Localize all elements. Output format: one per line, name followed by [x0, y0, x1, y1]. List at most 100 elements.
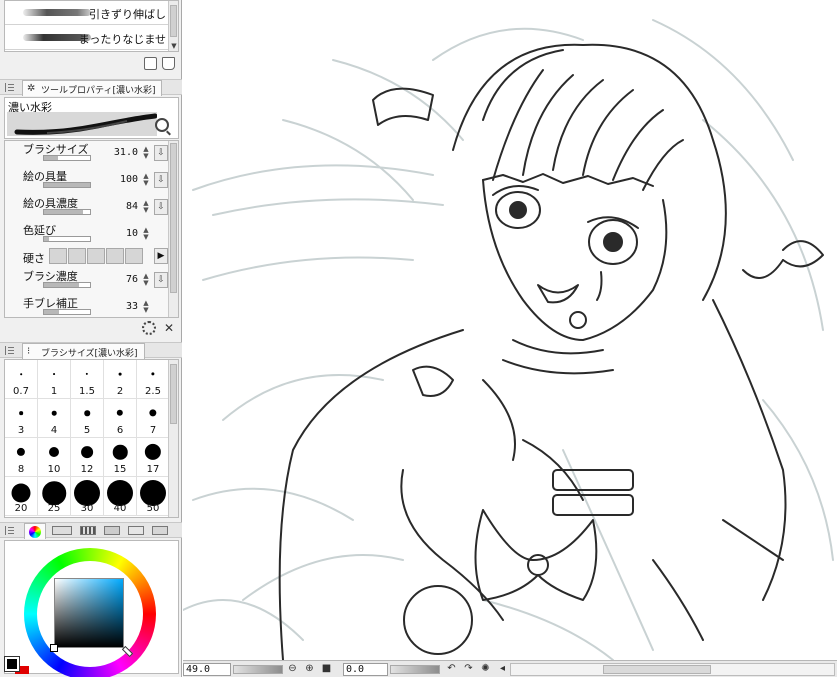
brush-size-label: 1.5 — [79, 386, 95, 397]
brush-size-cell[interactable]: 10 — [38, 438, 71, 477]
trash-icon[interactable] — [162, 57, 175, 70]
brush-size-cell[interactable]: 2 — [104, 360, 137, 399]
brush-size-cell[interactable]: 1 — [38, 360, 71, 399]
rotate-ccw-icon[interactable]: ↶ — [445, 663, 458, 676]
rotation-field[interactable]: 0.0 — [343, 663, 388, 676]
brush-size-cell[interactable]: 6 — [104, 399, 137, 438]
rotate-cw-icon[interactable]: ↷ — [462, 663, 475, 676]
param-slider[interactable] — [43, 155, 91, 161]
param-brush-size[interactable]: ブラシサイズ 31.0 ▲ ▼ ⇩ — [5, 141, 170, 168]
hardness-level-1[interactable] — [49, 248, 67, 264]
reset-rotation-icon[interactable]: ✺ — [479, 663, 492, 676]
brush-size-cell[interactable]: 7 — [137, 399, 170, 438]
brush-size-dot — [20, 373, 22, 375]
param-slider[interactable] — [43, 282, 91, 288]
new-page-icon[interactable] — [144, 57, 157, 70]
brush-item-smudge[interactable]: 引きずり伸ばし — [5, 1, 170, 25]
pressure-toggle-icon[interactable]: ⇩ — [154, 199, 168, 215]
zoom-field[interactable]: 49.0 — [183, 663, 231, 676]
pressure-toggle-icon[interactable]: ⇩ — [154, 145, 168, 161]
canvas-horizontal-scrollbar[interactable] — [510, 663, 835, 676]
brush-size-dot — [151, 372, 155, 376]
spin-arrows-icon[interactable]: ▲ ▼ — [141, 227, 151, 241]
magnifier-icon[interactable] — [155, 118, 169, 132]
spin-arrows-icon[interactable]: ▲ ▼ — [141, 200, 151, 214]
brush-list[interactable]: 引きずり伸ばし まったりなじませ ▼ — [4, 0, 179, 52]
reset-icon[interactable] — [142, 321, 156, 335]
panel-menu-icon[interactable] — [5, 346, 15, 355]
sv-cursor[interactable] — [50, 644, 58, 652]
rgb-slider-tab-icon[interactable] — [52, 526, 72, 535]
params-scrollbar[interactable] — [168, 141, 178, 317]
scroll-down-icon[interactable]: ▼ — [170, 42, 178, 50]
scratch-pad-tab-icon[interactable] — [104, 526, 120, 535]
scroll-left-icon[interactable]: ◂ — [496, 663, 509, 676]
param-slider[interactable] — [43, 236, 91, 242]
navigator-tab-icon[interactable] — [128, 526, 144, 535]
brush-size-label: 15 — [113, 464, 127, 475]
spin-arrows-icon[interactable]: ▲ ▼ — [141, 146, 151, 160]
foreground-color-swatch[interactable] — [4, 656, 20, 672]
panel-menu-icon[interactable] — [5, 526, 15, 535]
brush-size-cell[interactable]: 15 — [104, 438, 137, 477]
brush-size-cell[interactable]: 3 — [5, 399, 38, 438]
param-slider[interactable] — [43, 309, 91, 315]
brush-size-cell[interactable]: 0.7 — [5, 360, 38, 399]
brush-size-palette: 0.7 1 1.5 2 2.5 3 4 5 6 7 8 10 12 15 17 20 25 30 40 50 — [4, 359, 179, 518]
param-paint-density[interactable]: 絵の具濃度 84 ▲ ▼ ⇩ — [5, 195, 170, 222]
brush-size-cell[interactable]: 30 — [71, 477, 104, 516]
layer-tab-icon[interactable] — [152, 526, 168, 535]
brush-size-dot — [118, 372, 122, 376]
brush-size-cell[interactable]: 12 — [71, 438, 104, 477]
param-label: 硬さ — [23, 252, 45, 265]
param-brush-density[interactable]: ブラシ濃度 76 ▲ ▼ ⇩ — [5, 268, 170, 295]
param-slider[interactable] — [43, 209, 91, 215]
hardness-level-5[interactable] — [125, 248, 143, 264]
brush-size-cell[interactable]: 4 — [38, 399, 71, 438]
param-hardness[interactable]: 硬さ ▶ — [5, 247, 170, 267]
brush-size-cell[interactable]: 8 — [5, 438, 38, 477]
brush-size-cell[interactable]: 25 — [38, 477, 71, 516]
param-paint-amount[interactable]: 絵の具量 100 ▲ ▼ ⇩ — [5, 168, 170, 195]
swatch-tab-icon[interactable] — [80, 526, 96, 535]
brush-size-cell[interactable]: 1.5 — [71, 360, 104, 399]
rotation-slider[interactable] — [390, 665, 440, 674]
zoom-out-icon[interactable]: ⊖ — [286, 663, 299, 676]
tab-brush-size[interactable]: ⁝ ブラシサイズ[濃い水彩] — [22, 343, 145, 359]
spin-arrows-icon[interactable]: ▲ ▼ — [141, 173, 151, 187]
param-slider[interactable] — [43, 182, 91, 188]
brush-size-cell[interactable]: 17 — [137, 438, 170, 477]
param-color-extend[interactable]: 色延び 10 ▲ ▼ — [5, 222, 170, 249]
hardness-level-4[interactable] — [106, 248, 124, 264]
scroll-thumb[interactable] — [170, 364, 177, 424]
tab-color-wheel[interactable] — [24, 523, 46, 539]
drawing-canvas[interactable] — [183, 0, 837, 660]
zoom-in-icon[interactable]: ⊕ — [303, 663, 316, 676]
spin-arrows-icon[interactable]: ▲ ▼ — [141, 300, 151, 314]
brush-list-scrollbar[interactable]: ▼ — [168, 1, 178, 51]
scroll-thumb[interactable] — [170, 5, 177, 37]
wrench-icon[interactable]: ✕ — [162, 321, 176, 335]
pressure-toggle-icon[interactable]: ⇩ — [154, 172, 168, 188]
brush-size-cell[interactable]: 40 — [104, 477, 137, 516]
pressure-toggle-icon[interactable]: ⇩ — [154, 272, 168, 288]
chevron-right-icon[interactable]: ▶ — [154, 248, 168, 264]
zoom-slider[interactable] — [233, 665, 283, 674]
spin-arrows-icon[interactable]: ▲ ▼ — [141, 273, 151, 287]
panel-menu-icon[interactable] — [5, 83, 15, 92]
brush-size-cell[interactable]: 5 — [71, 399, 104, 438]
scroll-thumb[interactable] — [603, 665, 711, 674]
brush-size-dot — [51, 410, 57, 416]
hardness-level-3[interactable] — [87, 248, 105, 264]
brush-size-cell[interactable]: 50 — [137, 477, 170, 516]
param-stabilizer[interactable]: 手ブレ補正 33 ▲ ▼ — [5, 295, 170, 317]
brush-item-blend[interactable]: まったりなじませ — [5, 26, 170, 50]
fit-view-icon[interactable]: ■ — [320, 663, 333, 676]
tab-tool-property[interactable]: ✲ ツールプロパティ[濃い水彩] — [22, 80, 163, 96]
scroll-thumb[interactable] — [170, 143, 177, 293]
brush-size-cell[interactable]: 20 — [5, 477, 38, 516]
brush-size-scrollbar[interactable] — [168, 360, 178, 517]
saturation-value-picker[interactable] — [54, 578, 124, 648]
brush-size-cell[interactable]: 2.5 — [137, 360, 170, 399]
hardness-level-2[interactable] — [68, 248, 86, 264]
